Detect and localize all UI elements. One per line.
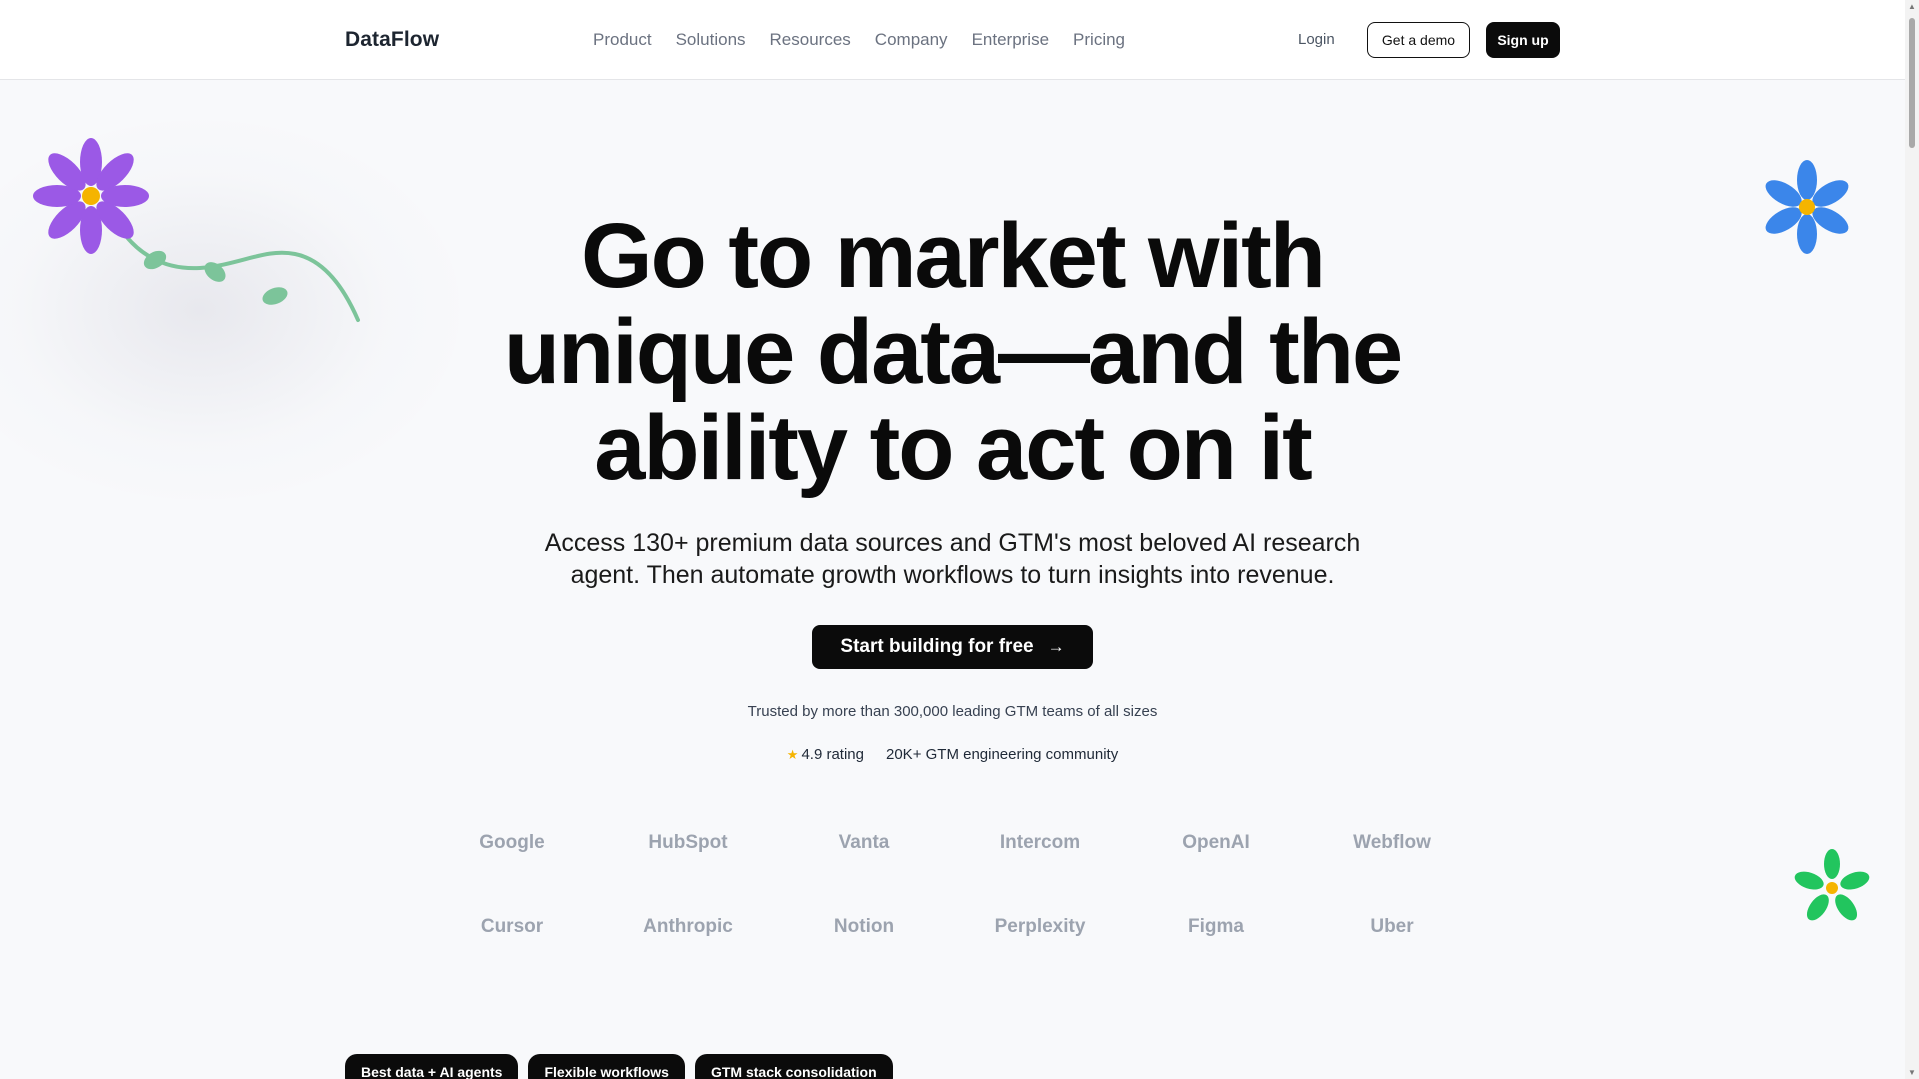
- nav-item-solutions[interactable]: Solutions: [676, 30, 746, 50]
- tab-best-data-ai-agents[interactable]: Best data + AI agents: [345, 1054, 519, 1079]
- hero-subtitle: Access 130+ premium data sources and GTM…: [0, 527, 1905, 591]
- rating-stat: ★ 4.9 rating: [787, 746, 864, 763]
- tab-gtm-stack-consolidation[interactable]: GTM stack consolidation: [694, 1054, 893, 1079]
- hero-title-line-1: Go to market with: [581, 205, 1326, 307]
- logo-webflow: Webflow: [1353, 832, 1431, 853]
- login-link[interactable]: Login: [1298, 31, 1335, 48]
- community-stat: 20K+ GTM engineering community: [886, 746, 1119, 763]
- logo-openai: OpenAI: [1182, 832, 1250, 853]
- nav-item-company[interactable]: Company: [875, 30, 948, 50]
- trusted-by-text: Trusted by more than 300,000 leading GTM…: [747, 703, 1158, 720]
- social-proof-stats: ★ 4.9 rating 20K+ GTM engineering communi…: [0, 746, 1905, 763]
- start-building-button[interactable]: Start building for free →: [812, 625, 1093, 669]
- nav-item-resources[interactable]: Resources: [770, 30, 851, 50]
- cta-label: Start building for free: [840, 636, 1034, 657]
- sign-up-button[interactable]: Sign up: [1486, 22, 1560, 58]
- hero-title: Go to market with unique data—and the ab…: [0, 208, 1905, 496]
- nav-item-product[interactable]: Product: [593, 30, 652, 50]
- scrollbar-thumb[interactable]: [1909, 18, 1915, 148]
- hero-subtitle-line-1: Access 130+ premium data sources and GTM…: [544, 529, 1361, 557]
- logo-anthropic: Anthropic: [643, 916, 733, 937]
- brand-logo[interactable]: DataFlow: [345, 28, 439, 52]
- scroll-down-icon[interactable]: ▼: [1908, 1068, 1916, 1077]
- logo-uber: Uber: [1370, 916, 1414, 937]
- logo-google: Google: [479, 832, 545, 853]
- logo-vanta: Vanta: [838, 832, 890, 853]
- logo-cursor: Cursor: [480, 916, 544, 937]
- page-scrollbar[interactable]: ▲ ▼: [1905, 0, 1919, 1079]
- hero-title-line-3: ability to act on it: [594, 397, 1312, 499]
- logo-figma: Figma: [1188, 916, 1244, 937]
- logo-hubspot: HubSpot: [648, 832, 728, 853]
- star-icon: ★: [786, 747, 799, 762]
- nav-item-pricing[interactable]: Pricing: [1073, 30, 1125, 50]
- arrow-right-icon: →: [1047, 637, 1065, 656]
- main-nav: Product Solutions Resources Company Ente…: [593, 30, 1149, 50]
- green-flower-icon: [1794, 849, 1870, 921]
- nav-item-enterprise[interactable]: Enterprise: [972, 30, 1049, 50]
- logo-notion: Notion: [833, 916, 895, 937]
- get-demo-button[interactable]: Get a demo: [1367, 22, 1470, 58]
- logo-perplexity: Perplexity: [994, 916, 1086, 937]
- rating-text: 4.9 rating: [801, 746, 864, 763]
- hero-subtitle-line-2: agent. Then automate growth workflows to…: [570, 561, 1335, 589]
- tab-flexible-workflows[interactable]: Flexible workflows: [528, 1054, 685, 1079]
- site-header: DataFlow Product Solutions Resources Com…: [0, 0, 1905, 80]
- hero-title-line-2: unique data—and the: [503, 301, 1403, 403]
- feature-tabs: Best data + AI agents Flexible workflows…: [345, 1054, 903, 1079]
- scroll-up-icon[interactable]: ▲: [1908, 2, 1916, 11]
- logo-intercom: Intercom: [999, 832, 1081, 853]
- customer-logos: Google HubSpot Vanta Intercom OpenAI Web…: [424, 826, 1480, 944]
